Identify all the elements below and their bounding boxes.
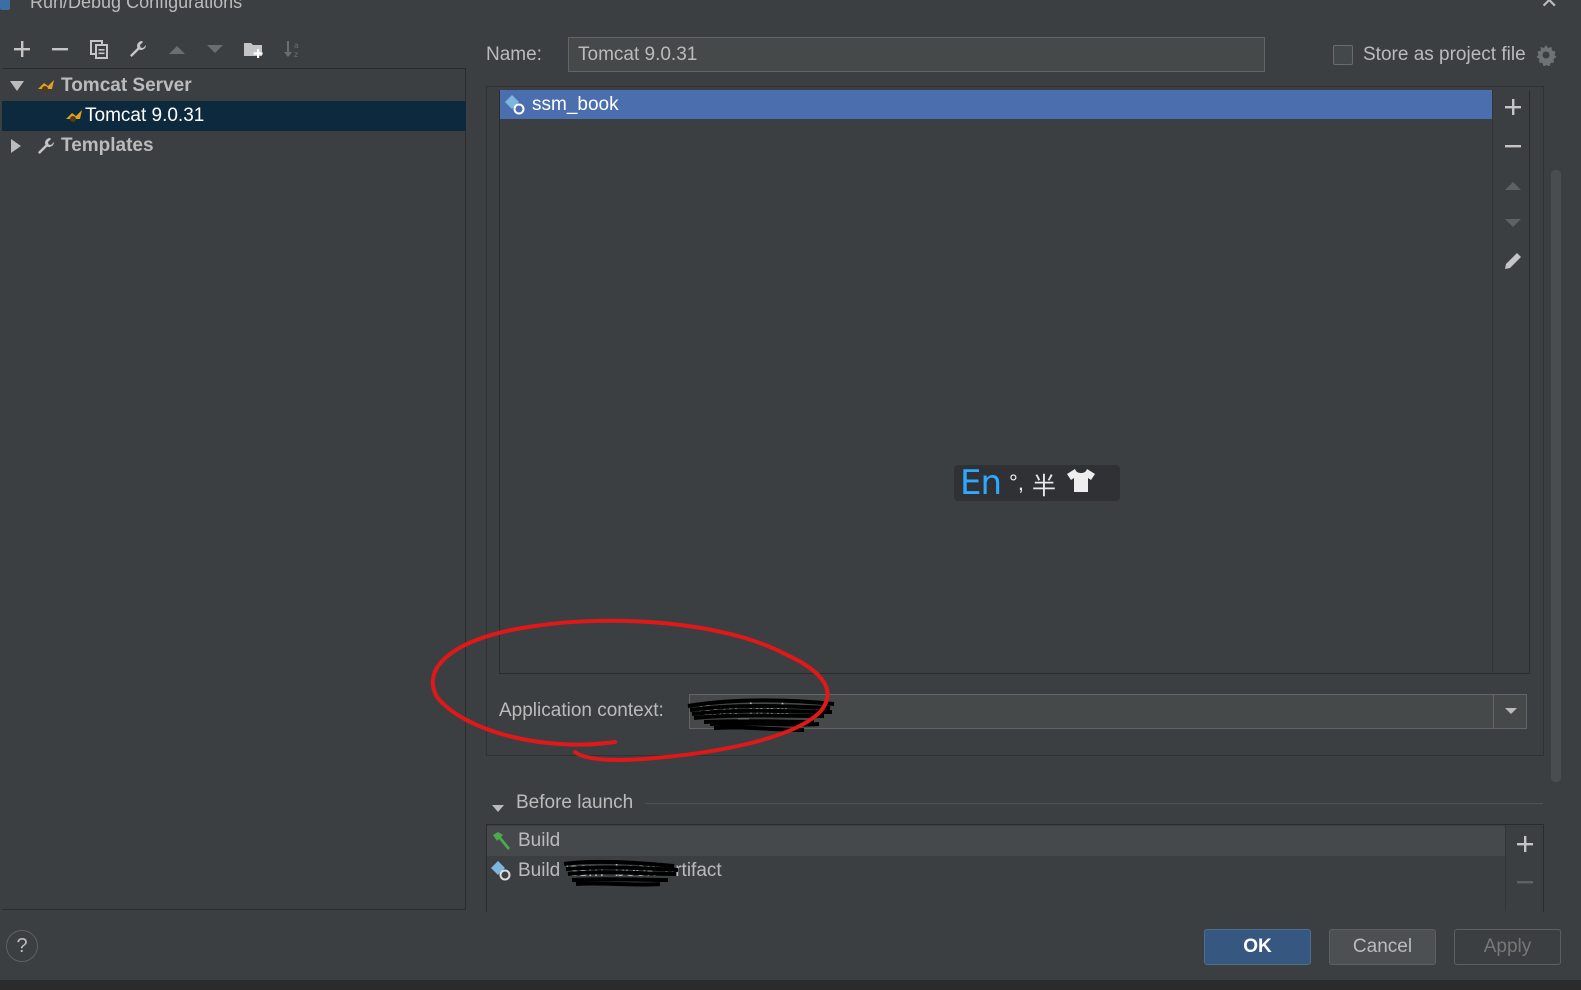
skin-shirt-icon — [1066, 467, 1096, 499]
redaction-scribble — [563, 859, 679, 887]
wrench-icon[interactable] — [125, 36, 151, 62]
artifact-list[interactable] — [499, 90, 1530, 674]
artifact-icon — [490, 860, 512, 882]
tree-item-label: Tomcat Server — [61, 75, 192, 96]
app-icon — [0, 0, 10, 10]
name-label: Name: — [486, 44, 542, 65]
expand-arrow-icon[interactable] — [11, 139, 21, 153]
tomcat-icon — [64, 107, 84, 131]
list-item[interactable]: Build — [487, 826, 1505, 856]
before-launch-label: Before launch — [516, 792, 634, 813]
collapse-arrow-icon[interactable] — [491, 798, 505, 820]
svg-text:a: a — [294, 41, 299, 50]
move-up-icon[interactable] — [164, 36, 190, 62]
add-icon[interactable] — [9, 36, 35, 62]
window-title: Run/Debug Configurations — [30, 0, 243, 12]
store-as-project-file-label: Store as project file — [1363, 44, 1526, 65]
add-task-icon[interactable] — [1512, 831, 1538, 857]
tree-item-tomcat-9[interactable]: Tomcat 9.0.31 — [2, 101, 466, 131]
help-button[interactable]: ? — [6, 930, 38, 962]
edit-pencil-icon[interactable] — [1500, 248, 1526, 274]
divider — [645, 803, 1543, 804]
wrench-icon — [36, 136, 56, 162]
gear-icon[interactable] — [1535, 44, 1557, 67]
tree-item-templates[interactable]: Templates — [2, 131, 466, 161]
task-label: Build — [518, 830, 561, 851]
add-artifact-icon[interactable] — [1500, 94, 1526, 120]
red-annotation-circle — [430, 618, 830, 762]
copy-icon[interactable] — [86, 36, 112, 62]
list-item[interactable]: ssm_book — [500, 90, 1492, 119]
name-input[interactable] — [568, 37, 1265, 72]
sort-icon[interactable]: az — [280, 36, 306, 62]
ime-language: En — [960, 463, 1002, 503]
close-icon[interactable]: ✕ — [1540, 0, 1558, 14]
artifact-label: ssm_book — [532, 93, 619, 115]
tree-item-tomcat-server[interactable]: Tomcat Server — [2, 71, 466, 101]
tree-item-label: Tomcat 9.0.31 — [85, 105, 205, 126]
artifact-icon — [504, 94, 526, 116]
scrollbar[interactable] — [1551, 170, 1561, 782]
store-as-project-file-checkbox[interactable] — [1333, 45, 1353, 65]
ime-indicator[interactable]: En °, 半 — [954, 463, 1120, 503]
ime-punctuation: °, — [1009, 470, 1024, 495]
expand-arrow-icon[interactable] — [10, 81, 24, 91]
title-bar: Run/Debug Configurations ✕ — [0, 0, 1581, 14]
hammer-icon — [490, 830, 512, 852]
cancel-button[interactable]: Cancel — [1329, 929, 1436, 965]
move-down-icon[interactable] — [1500, 210, 1526, 236]
remove-task-icon[interactable] — [1512, 869, 1538, 895]
chevron-down-icon[interactable] — [1493, 695, 1527, 728]
new-folder-icon[interactable] — [241, 36, 267, 62]
bottom-edge — [0, 980, 1581, 990]
tree-item-label: Templates — [61, 135, 154, 156]
ok-button[interactable]: OK — [1204, 929, 1311, 965]
move-up-icon[interactable] — [1500, 172, 1526, 198]
apply-button[interactable]: Apply — [1454, 929, 1561, 965]
configuration-tree[interactable]: Tomcat Server Tomcat 9.0.31 Templates — [2, 68, 466, 910]
ime-width: 半 — [1031, 472, 1056, 500]
move-down-icon[interactable] — [202, 36, 228, 62]
svg-text:z: z — [294, 50, 298, 59]
tomcat-icon — [36, 77, 56, 101]
remove-icon[interactable] — [47, 36, 73, 62]
remove-artifact-icon[interactable] — [1500, 133, 1526, 159]
